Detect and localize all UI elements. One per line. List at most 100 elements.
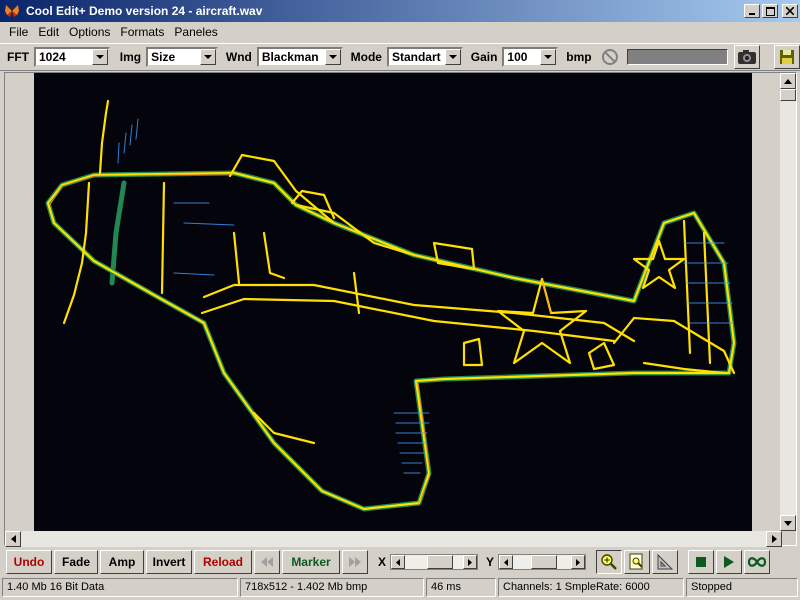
menu-bar: File Edit Options Formats Paneles (0, 22, 800, 42)
reload-button[interactable]: Reload (194, 550, 252, 574)
arrow-left-icon (396, 558, 401, 566)
scroll-left-arrow[interactable] (5, 531, 21, 547)
menu-options[interactable]: Options (64, 25, 115, 39)
arrow-left-icon (504, 558, 509, 566)
status-data-size: 1.40 Mb 16 Bit Data (2, 578, 238, 597)
img-select[interactable]: Size (146, 47, 218, 67)
marker-button[interactable]: Marker (282, 550, 340, 574)
title-bar: Cool Edit+ Demo version 24 - aircraft.wa… (0, 0, 800, 22)
play-icon (724, 556, 735, 568)
scroll-down-arrow[interactable] (780, 515, 796, 531)
window-title: Cool Edit+ Demo version 24 - aircraft.wa… (26, 4, 263, 18)
ruler-icon (657, 553, 674, 570)
invert-button[interactable]: Invert (146, 550, 192, 574)
zoom-in-button[interactable] (596, 550, 623, 574)
rewind-button[interactable] (254, 550, 280, 574)
close-button[interactable] (782, 4, 798, 18)
status-bar: 1.40 Mb 16 Bit Data 718x512 - 1.402 Mb b… (0, 577, 800, 598)
chevron-down-icon[interactable] (540, 49, 557, 65)
spectrogram-canvas[interactable] (34, 73, 752, 531)
mode-value: Standart (391, 50, 441, 64)
arrow-right-icon (468, 558, 473, 566)
save-disk-icon (780, 50, 795, 64)
horizontal-scrollbar[interactable] (5, 531, 782, 547)
stop-icon (696, 557, 707, 567)
y-axis-label: Y (486, 555, 495, 569)
y-slider-track[interactable] (513, 555, 572, 569)
stop-button[interactable] (688, 550, 715, 574)
zoom-fit-icon (629, 553, 643, 570)
scroll-right-arrow[interactable] (766, 531, 782, 547)
butterfly-icon (5, 5, 19, 17)
status-channels: Channels: 1 SmpleRate: 6000 (498, 578, 684, 597)
x-slider[interactable] (390, 554, 479, 570)
loop-button[interactable] (744, 550, 771, 574)
arrow-left-icon (10, 535, 16, 543)
y-slider[interactable] (498, 554, 587, 570)
bmp-progress-bar (626, 49, 729, 65)
loop-icon (747, 557, 767, 567)
fade-button[interactable]: Fade (54, 550, 98, 574)
y-slider-knob[interactable] (531, 555, 558, 569)
bmp-label: bmp (566, 50, 592, 64)
vertical-scroll-thumb[interactable] (780, 89, 796, 101)
aircraft-spectrogram-image (45, 99, 737, 512)
minimize-button[interactable] (744, 4, 760, 18)
y-slider-right-arrow[interactable] (571, 555, 586, 569)
chevron-down-icon[interactable] (199, 49, 216, 65)
x-slider-right-arrow[interactable] (463, 555, 478, 569)
maximize-button[interactable] (762, 4, 778, 18)
chevron-down-icon[interactable] (444, 49, 461, 65)
menu-file[interactable]: File (4, 25, 33, 39)
control-bar: Undo Fade Amp Invert Reload Marker X Y (0, 548, 800, 576)
mode-label: Mode (350, 50, 382, 64)
amp-button[interactable]: Amp (100, 550, 144, 574)
scroll-up-arrow[interactable] (780, 73, 796, 89)
status-bmp-size: 718x512 - 1.402 Mb bmp (240, 578, 424, 597)
fft-value: 1024 (39, 50, 66, 64)
snapshot-button[interactable] (734, 45, 761, 69)
wnd-select[interactable]: Blackman (256, 47, 343, 67)
arrow-down-icon (784, 520, 792, 526)
menu-formats[interactable]: Formats (115, 25, 169, 39)
status-state: Stopped (686, 578, 798, 597)
no-symbol-icon[interactable] (601, 48, 619, 66)
undo-button[interactable]: Undo (6, 550, 52, 574)
gain-label: Gain (470, 50, 498, 64)
measure-button[interactable] (652, 550, 679, 574)
arrow-right-icon (576, 558, 581, 566)
fft-select[interactable]: 1024 (34, 47, 110, 67)
mode-select[interactable]: Standart (386, 47, 463, 67)
arrow-right-icon (771, 535, 777, 543)
x-slider-left-arrow[interactable] (391, 555, 406, 569)
gain-value: 100 (507, 50, 528, 64)
gain-select[interactable]: 100 (502, 47, 559, 67)
camera-icon (738, 50, 757, 64)
x-slider-track[interactable] (405, 555, 464, 569)
img-label: Img (119, 50, 142, 64)
save-button[interactable] (774, 45, 800, 69)
menu-paneles[interactable]: Paneles (169, 25, 222, 39)
img-value: Size (151, 50, 176, 64)
x-axis-label: X (378, 555, 387, 569)
wnd-value: Blackman (261, 50, 319, 64)
rewind-icon (261, 557, 273, 567)
x-slider-knob[interactable] (427, 555, 454, 569)
zoom-fit-button[interactable] (624, 550, 651, 574)
zoom-in-icon (601, 554, 617, 570)
close-icon (786, 7, 794, 15)
maximize-icon (765, 6, 775, 16)
arrow-up-icon (784, 78, 792, 84)
menu-edit[interactable]: Edit (33, 25, 64, 39)
chevron-down-icon[interactable] (324, 49, 341, 65)
spectrogram-panel (4, 72, 797, 547)
play-button[interactable] (716, 550, 743, 574)
fast-forward-button[interactable] (342, 550, 368, 574)
vertical-scrollbar[interactable] (780, 73, 796, 531)
chevron-down-icon[interactable] (91, 49, 108, 65)
fft-label: FFT (7, 50, 29, 64)
status-time: 46 ms (426, 578, 496, 597)
minimize-icon (749, 13, 755, 15)
y-slider-left-arrow[interactable] (499, 555, 514, 569)
wnd-label: Wnd (225, 50, 252, 64)
